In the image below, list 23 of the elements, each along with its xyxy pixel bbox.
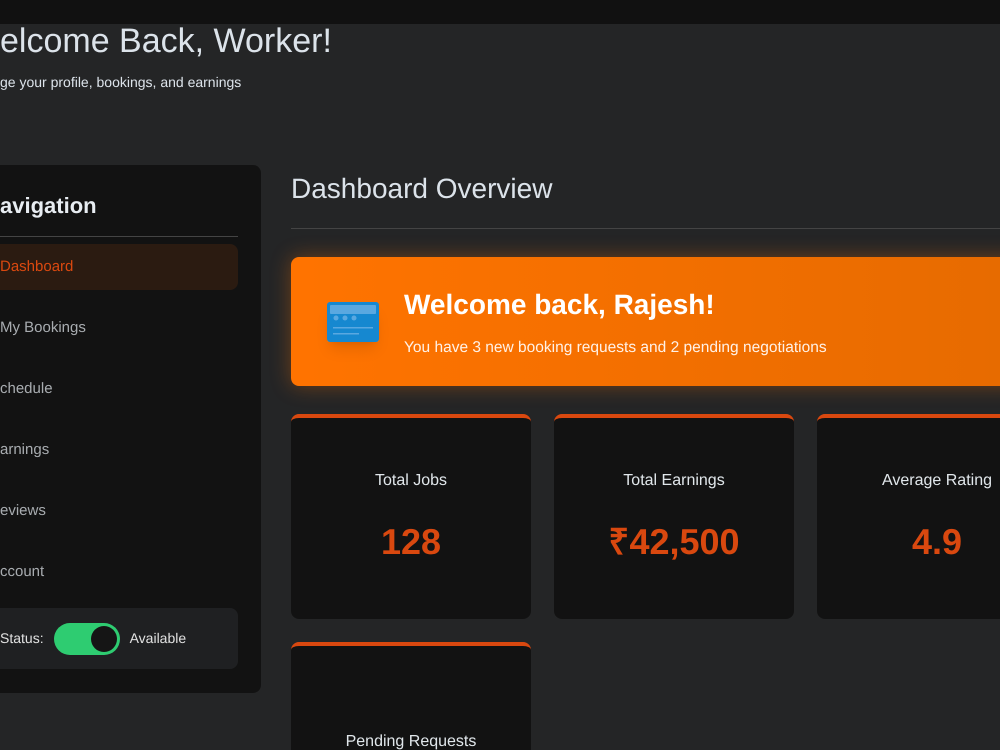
nav-item[interactable]: My Bookings: [0, 305, 238, 351]
section-title: Dashboard Overview: [291, 172, 552, 206]
stat-label: Total Jobs: [374, 470, 448, 490]
panel-title: avigation: [0, 192, 97, 220]
nav-item[interactable]: Dashboard: [0, 244, 238, 290]
nav-item[interactable]: chedule: [0, 366, 238, 412]
page-title: elcome Back, Worker!: [0, 26, 332, 56]
page-subtitle: ge your profile, bookings, and earnings: [0, 73, 242, 92]
banner-title: Welcome back, Rajesh!: [404, 288, 716, 322]
card-icon: [327, 302, 379, 342]
status-label: Status:: [0, 629, 44, 648]
stat-label: Average Rating: [882, 470, 992, 490]
nav-item[interactable]: eviews: [0, 488, 238, 534]
status-text: Available: [130, 629, 186, 648]
banner-message: You have 3 new booking requests and 2 pending negotiations: [404, 338, 827, 358]
stat-value: ₹42,500: [608, 520, 740, 564]
stat-value: 4.9: [912, 520, 962, 564]
stat-label: Total Earnings: [623, 470, 725, 490]
nav-item[interactable]: arnings: [0, 427, 238, 473]
status-toggle[interactable]: [54, 622, 120, 654]
nav-item[interactable]: ccount: [0, 549, 238, 595]
stat-value: 128: [380, 520, 442, 564]
stat-label: Pending Requests: [346, 732, 476, 750]
